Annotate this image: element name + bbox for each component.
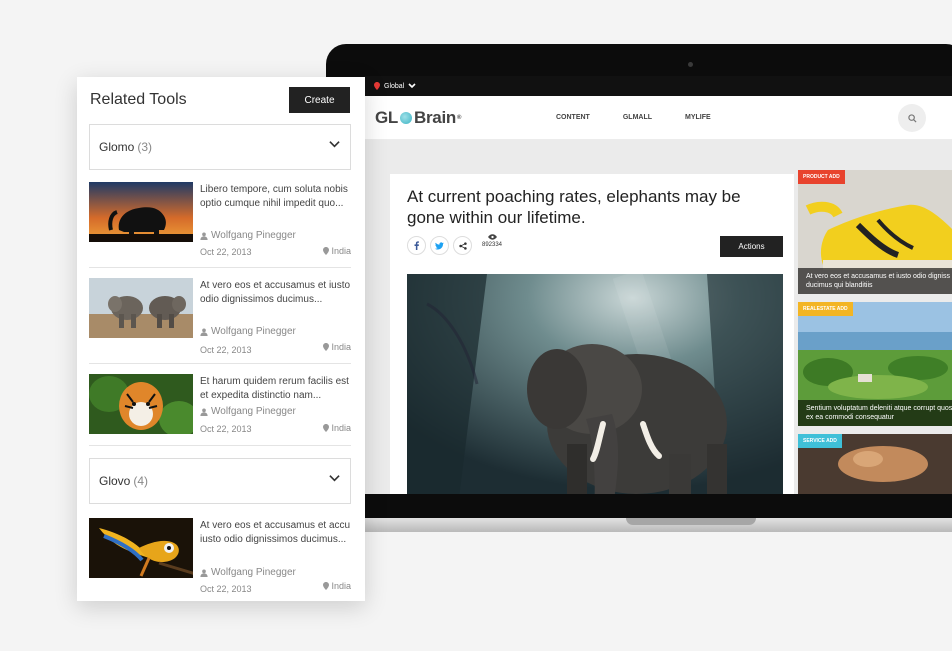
author-name: Wolfgang Pinegger (211, 567, 296, 578)
list-item[interactable]: Et harum quidem rerum facilis est et exp… (89, 370, 351, 462)
logo-text-right: Brain (414, 108, 456, 127)
author-name: Wolfgang Pinegger (211, 326, 296, 337)
divider (89, 445, 351, 446)
ad-card-realestate[interactable]: REALESTATE ADD Sentium voluptatum deleni… (798, 302, 952, 426)
view-count: 892334 (482, 242, 503, 248)
content-area: At current poaching rates, elephants may… (364, 140, 952, 494)
item-location: India (323, 423, 351, 433)
user-icon (200, 569, 208, 577)
laptop-mockup: Global GL Brain ® CONTENT GLMALL MYLIFE … (326, 44, 952, 534)
search-icon (907, 113, 917, 123)
item-author: Wolfgang Pinegger (200, 326, 296, 337)
list-item[interactable]: At vero eos et accusamus et accu iusto o… (89, 514, 351, 601)
location-pin-icon (323, 343, 330, 351)
item-text: Libero tempore, cum soluta nobis optio c… (200, 184, 348, 209)
list-item[interactable]: Libero tempore, cum soluta nobis optio c… (89, 178, 351, 270)
item-thumbnail (89, 182, 193, 242)
facebook-button[interactable] (407, 236, 426, 255)
divider (89, 363, 351, 364)
ad-tag: SERVICE ADD (798, 434, 842, 448)
item-author: Wolfgang Pinegger (200, 230, 296, 241)
elephant-hero-image (407, 274, 783, 494)
group-count: (4) (133, 474, 149, 488)
item-date: Oct 22, 2013 (200, 424, 252, 434)
item-date: Oct 22, 2013 (200, 584, 252, 594)
twitter-icon (435, 241, 444, 250)
item-text: Et harum quidem rerum facilis est et exp… (200, 376, 349, 401)
nav-link-content[interactable]: CONTENT (556, 114, 590, 121)
site-logo[interactable]: GL Brain ® (375, 108, 461, 128)
globe-icon (400, 112, 413, 124)
item-thumbnail (89, 278, 193, 338)
top-bar: Global (364, 76, 952, 96)
user-icon (200, 328, 208, 336)
location-selector[interactable]: Global (384, 83, 404, 90)
nav-link-mylife[interactable]: MYLIFE (685, 114, 711, 121)
item-date: Oct 22, 2013 (200, 345, 252, 355)
ad-caption: At vero eos et accusamus et iusto odio d… (798, 268, 952, 294)
location-pin-icon (323, 424, 330, 432)
location-pin-icon (323, 247, 330, 255)
facebook-icon (414, 241, 419, 250)
panel-title: Related Tools (90, 91, 187, 108)
item-text: At vero eos et accusamus et accu iusto o… (200, 520, 351, 545)
group-name: Glomo (99, 140, 135, 154)
related-tools-panel: Related Tools Create Glomo (3) Libero te… (77, 77, 365, 601)
group-header-glomo[interactable]: Glomo (3) (89, 124, 351, 170)
share-buttons (407, 236, 472, 255)
ad-tag: PRODUCT ADD (798, 170, 845, 184)
eye-icon (487, 234, 497, 240)
group-name: Glovo (99, 474, 131, 488)
nav-links: CONTENT GLMALL MYLIFE (556, 114, 711, 121)
location-text: India (331, 246, 351, 256)
ads-column: PRODUCT ADD At vero eos et accusamus et … (798, 170, 952, 494)
chevron-down-icon (329, 475, 340, 482)
ad-tag: REALESTATE ADD (798, 302, 853, 316)
item-location: India (323, 581, 351, 591)
chevron-down-icon[interactable] (408, 83, 416, 89)
nav-link-glmall[interactable]: GLMALL (623, 114, 652, 121)
location-text: India (331, 342, 351, 352)
item-location: India (323, 342, 351, 352)
location-pin-icon (374, 82, 380, 90)
view-counter: 892334 (482, 234, 502, 248)
author-name: Wolfgang Pinegger (211, 230, 296, 241)
group-header-glovo[interactable]: Glovo (4) (89, 458, 351, 504)
search-button[interactable] (898, 104, 926, 132)
location-text: India (331, 581, 351, 591)
article-title: At current poaching rates, elephants may… (407, 187, 741, 227)
laptop-screen: Global GL Brain ® CONTENT GLMALL MYLIFE … (364, 76, 952, 494)
item-thumbnail (89, 374, 193, 434)
logo-text-left: GL (375, 108, 399, 127)
location-text: India (331, 423, 351, 433)
site-navbar: GL Brain ® CONTENT GLMALL MYLIFE (364, 96, 952, 140)
group-count: (3) (137, 140, 153, 154)
camera-dot (688, 62, 693, 67)
share-button[interactable] (453, 236, 472, 255)
registered-mark: ® (456, 115, 462, 121)
author-name: Wolfgang Pinegger (211, 406, 296, 417)
divider (89, 267, 351, 268)
location-pin-icon (323, 582, 330, 590)
user-icon (200, 232, 208, 240)
item-author: Wolfgang Pinegger (200, 567, 296, 578)
item-author: Wolfgang Pinegger (200, 406, 296, 417)
share-icon (458, 241, 467, 250)
item-location: India (323, 246, 351, 256)
article-card: At current poaching rates, elephants may… (390, 174, 794, 494)
ad-card-product[interactable]: PRODUCT ADD At vero eos et accusamus et … (798, 170, 952, 294)
item-text: At vero eos et accusamus et iusto odio d… (200, 280, 351, 305)
user-icon (200, 408, 208, 416)
list-item[interactable]: At vero eos et accusamus et iusto odio d… (89, 274, 351, 366)
twitter-button[interactable] (430, 236, 449, 255)
chevron-down-icon (329, 141, 340, 148)
item-thumbnail (89, 518, 193, 578)
item-date: Oct 22, 2013 (200, 247, 252, 257)
create-button[interactable]: Create (289, 87, 350, 113)
ad-card-service[interactable]: SERVICE ADD (798, 434, 952, 494)
actions-button[interactable]: Actions (720, 236, 783, 257)
laptop-notch (626, 518, 756, 525)
ad-caption: Sentium voluptatum deleniti atque corrup… (798, 400, 952, 426)
